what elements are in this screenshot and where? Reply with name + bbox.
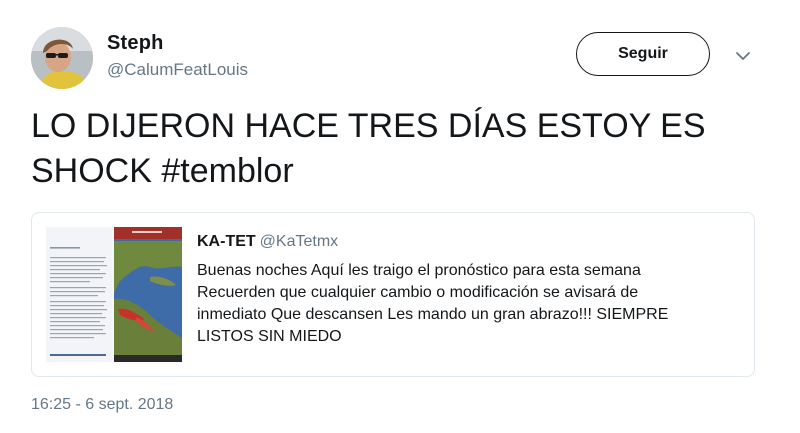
quoted-tweet-card[interactable]: KA-TET @KaTetmx Buenas noches Aquí les tr… [31, 212, 755, 377]
tweet-text: LO DIJERON HACE TRES DÍAS ESTOY ES SHOCK… [31, 104, 771, 194]
tweet-text-line: SHOCK #temblor [31, 152, 294, 190]
quoted-tweet-thumbnail [46, 227, 182, 362]
quoted-text-line: LISTOS SIN MIEDO [197, 328, 342, 345]
chevron-down-icon[interactable] [733, 46, 753, 66]
avatar[interactable] [31, 27, 93, 89]
follow-button[interactable]: Seguir [576, 32, 710, 76]
tweet-text-line: LO DIJERON HACE TRES DÍAS ESTOY ES [31, 107, 706, 145]
quoted-author-handle[interactable]: @KaTetmx [260, 233, 338, 250]
tweet-timestamp[interactable]: 16:25 - 6 sept. 2018 [31, 396, 173, 414]
quoted-tweet-text: Buenas noches Aquí les traigo el pronóst… [197, 260, 742, 348]
quoted-tweet-header: KA-TET @KaTetmx [197, 233, 338, 251]
quoted-author-name[interactable]: KA-TET [197, 233, 256, 250]
quoted-text-line: Recuerden que cualquier cambio o modific… [197, 284, 639, 301]
author-handle[interactable]: @CalumFeatLouis [107, 60, 248, 80]
quoted-text-line: inmediato Que descansen Les mando un gra… [197, 306, 669, 323]
quoted-text-line: Buenas noches Aquí les traigo el pronóst… [197, 262, 641, 279]
forecast-image [46, 227, 182, 362]
avatar-image [31, 27, 93, 89]
author-name[interactable]: Steph [107, 32, 164, 55]
